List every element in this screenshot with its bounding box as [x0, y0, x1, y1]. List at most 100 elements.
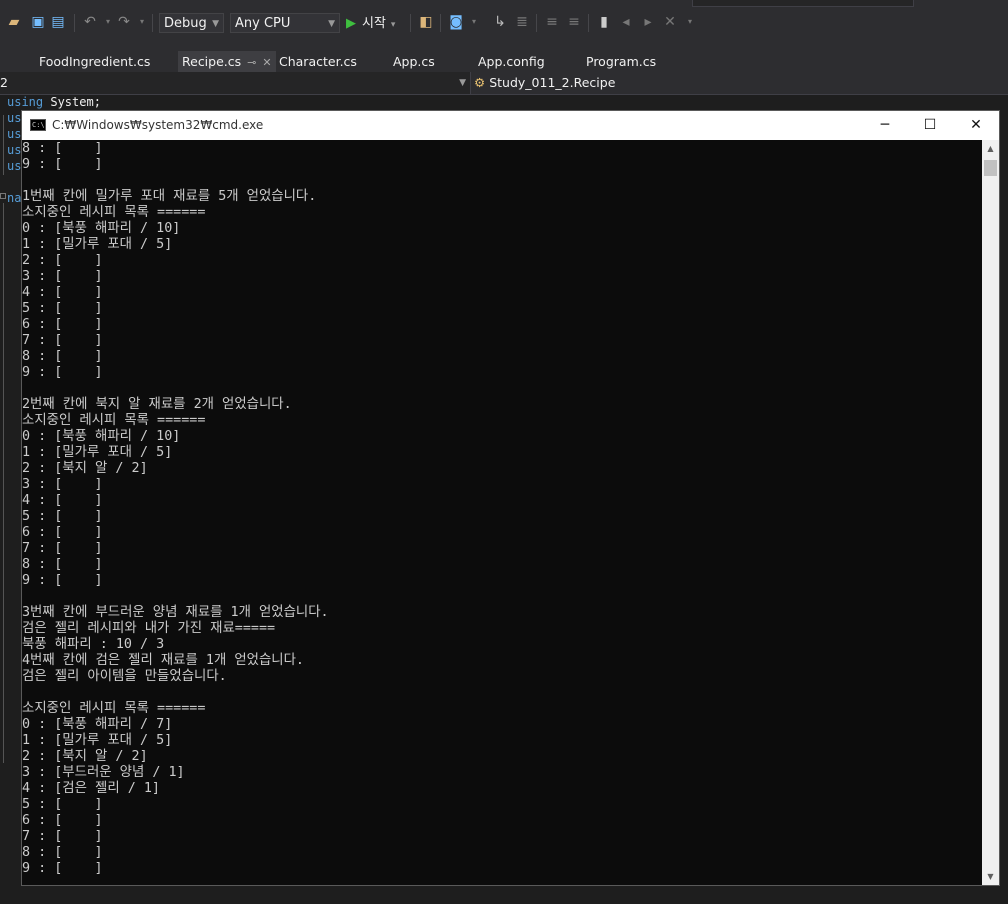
console-line: 소지중인 레시피 목록 ====== [22, 205, 206, 220]
console-line: 6 : [ ] [22, 317, 103, 332]
chevron-down-icon: ▼ [212, 19, 219, 29]
toolbar-separator [588, 14, 589, 32]
solution-config-select[interactable]: Debug ▼ [159, 13, 224, 33]
document-tabs: FoodIngredient.cs Recipe.cs ⊸ ✕ Character.… [0, 48, 1008, 72]
console-line: 3 : [부드러운 양념 / 1] [22, 765, 185, 780]
toolbar-separator [536, 14, 537, 32]
console-scrollbar[interactable]: ▲ ▼ [982, 140, 999, 885]
console-line: 7 : [ ] [22, 829, 103, 844]
scroll-down-arrow-icon[interactable]: ▼ [982, 868, 999, 885]
chevron-down-icon: ▾ [390, 20, 396, 30]
console-line: 8 : [ ] [22, 557, 103, 572]
console-line: 3번째 칸에 부드러운 양념 재료를 1개 얻었습니다. [22, 605, 329, 620]
console-line: 6 : [ ] [22, 525, 103, 540]
navigation-bar: 2 ▼ ⚙ Study_011_2.Recipe [0, 72, 1008, 95]
comment-icon[interactable]: ≡ [544, 14, 560, 30]
console-window[interactable]: C:\ C:₩Windows₩system32₩cmd.exe ─ ☐ ✕ 8 … [21, 110, 1000, 886]
console-line: 2번째 칸에 북지 알 재료를 2개 얻었습니다. [22, 397, 292, 412]
search-box[interactable] [692, 0, 914, 7]
console-line: 5 : [ ] [22, 797, 103, 812]
project-dropdown[interactable]: 2 ▼ [0, 72, 471, 94]
tab-foodingredient[interactable]: FoodIngredient.cs [39, 51, 150, 72]
dropdown-icon[interactable]: ▾ [682, 14, 698, 30]
class-icon: ⚙ [474, 75, 486, 90]
console-line: 북풍 해파리 : 10 / 3 [22, 637, 165, 652]
uncomment-icon[interactable]: ≡ [566, 14, 582, 30]
console-line: 소지중인 레시피 목록 ====== [22, 413, 206, 428]
console-line: 9 : [ ] [22, 861, 103, 876]
save-icon[interactable]: ▣ [30, 14, 46, 30]
dropdown-icon[interactable]: ▾ [466, 14, 482, 30]
undo-dropdown-icon[interactable]: ▾ [100, 14, 116, 30]
next-bookmark-icon[interactable]: ▸ [640, 14, 656, 30]
tab-label: Program.cs [586, 54, 657, 69]
tab-label: App.config [478, 54, 545, 69]
tab-label: FoodIngredient.cs [39, 54, 151, 69]
tab-app-cs[interactable]: App.cs [393, 51, 435, 72]
console-title: C:₩Windows₩system32₩cmd.exe [52, 118, 264, 132]
tab-app-config[interactable]: App.config [478, 51, 545, 72]
vs-toolbar: ▰ ▣ ▤ ↶ ▾ ↷ ▾ Debug ▼ Any CPU ▼ ▶ 시작 ▾ ◧ ◙… [0, 0, 1008, 48]
redo-icon[interactable]: ↷ [116, 14, 132, 30]
console-line: 검은 젤리 아이템을 만들었습니다. [22, 669, 227, 684]
pin-icon[interactable]: ⊸ [247, 56, 256, 69]
console-line: 7 : [ ] [22, 333, 103, 348]
tab-label: Recipe.cs [182, 54, 242, 69]
console-line: 1번째 칸에 밀가루 포대 재료를 5개 얻었습니다. [22, 189, 317, 204]
tab-character[interactable]: Character.cs [279, 51, 357, 72]
maximize-button[interactable]: ☐ [907, 111, 953, 140]
solution-platform-select[interactable]: Any CPU ▼ [230, 13, 340, 33]
type-dropdown-value: Study_011_2.Recipe [489, 75, 616, 90]
scroll-thumb[interactable] [984, 160, 997, 176]
collapse-icon[interactable] [0, 193, 6, 199]
console-line: 3 : [ ] [22, 269, 103, 284]
save-all-icon[interactable]: ▤ [50, 14, 66, 30]
console-title-bar[interactable]: C:\ C:₩Windows₩system32₩cmd.exe ─ ☐ ✕ [22, 111, 999, 140]
console-line: 2 : [북지 알 / 2] [22, 461, 148, 476]
toolbar-separator [152, 14, 153, 32]
close-button[interactable]: ✕ [953, 111, 999, 140]
play-icon: ▶ [346, 16, 356, 31]
chevron-down-icon: ▼ [459, 78, 466, 88]
bookmark-icon[interactable]: ▮ [596, 14, 612, 30]
project-dropdown-value: 2 [0, 75, 8, 90]
code-fragment: us [7, 111, 22, 125]
console-line: 검은 젤리 레시피와 내가 가진 재료===== [22, 621, 276, 636]
toolbar-separator [410, 14, 411, 32]
prev-bookmark-icon[interactable]: ◂ [618, 14, 634, 30]
toolbar-separator [74, 14, 75, 32]
console-line: 0 : [북풍 해파리 / 10] [22, 429, 181, 444]
tab-program[interactable]: Program.cs [586, 51, 656, 72]
code-fragment: na [7, 191, 22, 205]
open-folder-icon[interactable]: ▰ [6, 14, 22, 30]
code-fragment: us [7, 127, 22, 141]
type-dropdown[interactable]: ⚙ Study_011_2.Recipe [474, 72, 615, 94]
screenshot-icon[interactable]: ◙ [448, 14, 464, 30]
console-line: 2 : [ ] [22, 253, 103, 268]
console-line: 1 : [밀가루 포대 / 5] [22, 445, 173, 460]
clear-bookmarks-icon[interactable]: ✕ [662, 14, 678, 30]
console-line: 5 : [ ] [22, 509, 103, 524]
console-line: 8 : [ ] [22, 349, 103, 364]
console-line: 9 : [ ] [22, 365, 103, 380]
start-label: 시작 [362, 16, 386, 31]
console-line: 7 : [ ] [22, 541, 103, 556]
tab-label: Character.cs [279, 54, 357, 69]
close-icon[interactable]: ✕ [262, 56, 271, 69]
console-line: 0 : [북풍 해파리 / 7] [22, 717, 173, 732]
start-button[interactable]: ▶ 시작 ▾ [346, 13, 395, 35]
console-output: 8 : [ ] 9 : [ ] 1번째 칸에 밀가루 포대 재료를 5개 얻었습니다… [22, 140, 982, 885]
redo-dropdown-icon[interactable]: ▾ [134, 14, 150, 30]
outline-guide [3, 203, 4, 763]
console-line: 1 : [밀가루 포대 / 5] [22, 733, 173, 748]
indent-icon[interactable]: ≣ [514, 14, 530, 30]
minimize-button[interactable]: ─ [862, 111, 908, 140]
console-line: 소지중인 레시피 목록 ====== [22, 701, 206, 716]
scroll-up-arrow-icon[interactable]: ▲ [982, 140, 999, 157]
console-icon: C:\ [30, 119, 46, 131]
step-icon[interactable]: ↳ [492, 14, 508, 30]
console-line: 9 : [ ] [22, 157, 103, 172]
undo-icon[interactable]: ↶ [82, 14, 98, 30]
tab-recipe[interactable]: Recipe.cs ⊸ ✕ [178, 51, 276, 72]
browser-link-icon[interactable]: ◧ [418, 14, 434, 30]
